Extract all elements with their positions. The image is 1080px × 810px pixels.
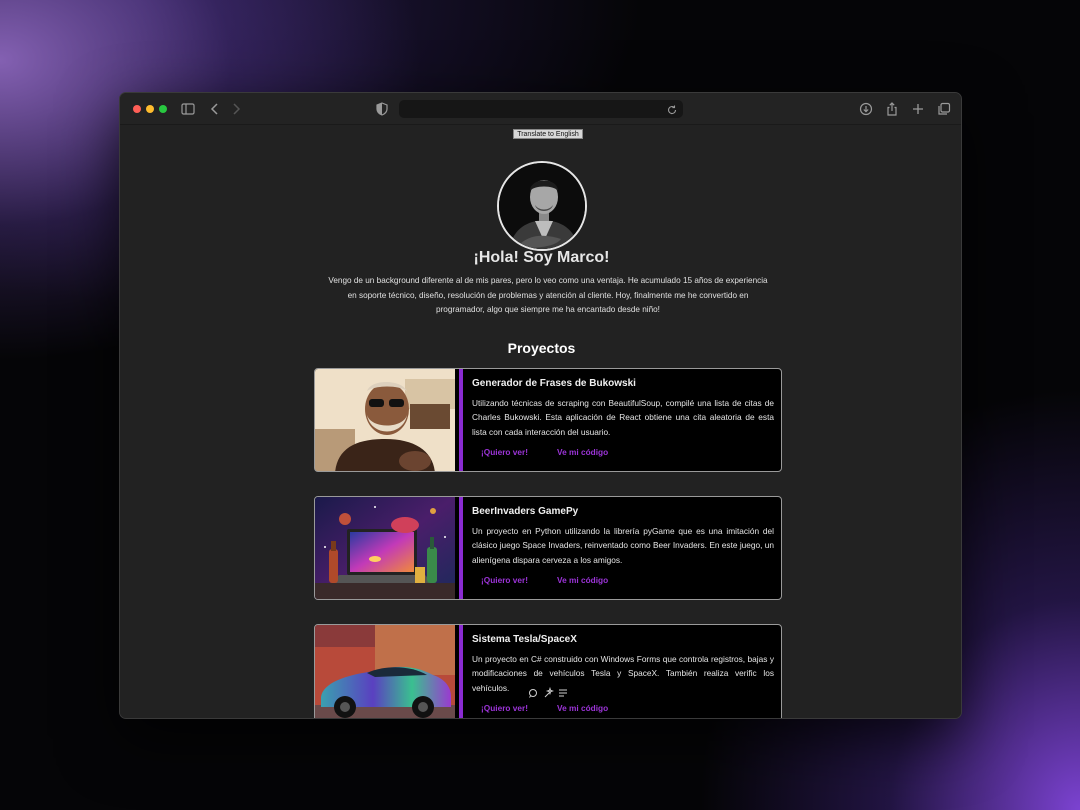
- project-title: BeerInvaders GamePy: [472, 506, 579, 517]
- close-window-button[interactable]: [133, 105, 141, 113]
- share-icon[interactable]: [884, 101, 900, 117]
- demo-link[interactable]: ¡Quiero ver!: [481, 575, 528, 585]
- project-card: Generador de Frases de Bukowski Utilizan…: [314, 368, 782, 472]
- zoom-window-button[interactable]: [159, 105, 167, 113]
- address-bar[interactable]: [399, 100, 683, 118]
- browser-toolbar: [120, 93, 961, 125]
- code-link[interactable]: Ve mi código: [557, 703, 608, 713]
- project-description: Un proyecto en Python utilizando la libr…: [472, 526, 774, 565]
- shield-icon[interactable]: [374, 101, 390, 117]
- browser-window: Translate to English ¡Hola! Soy Marco! V…: [119, 92, 962, 719]
- minimize-window-button[interactable]: [146, 105, 154, 113]
- project-title: Sistema Tesla/SpaceX: [472, 634, 577, 645]
- sidebar-icon[interactable]: [180, 101, 196, 117]
- code-link[interactable]: Ve mi código: [557, 447, 608, 457]
- page-content: Translate to English ¡Hola! Soy Marco! V…: [120, 125, 961, 718]
- comment-icon[interactable]: [527, 687, 539, 699]
- avatar: [497, 161, 587, 251]
- floating-toolbar: [524, 686, 572, 700]
- list-icon[interactable]: [557, 687, 569, 699]
- card-accent-bar: [459, 625, 463, 718]
- reload-icon[interactable]: [666, 103, 678, 115]
- projects-heading: Proyectos: [507, 340, 576, 356]
- download-icon[interactable]: [858, 101, 874, 117]
- project-card: Sistema Tesla/SpaceX Un proyecto en C# c…: [314, 624, 782, 718]
- magic-icon[interactable]: [542, 686, 555, 699]
- translate-button[interactable]: Translate to English: [513, 129, 583, 139]
- demo-link[interactable]: ¡Quiero ver!: [481, 703, 528, 713]
- project-thumbnail: [315, 497, 455, 599]
- hero-description: Vengo de un background diferente al de m…: [328, 276, 768, 314]
- project-thumbnail: [315, 625, 455, 718]
- project-card: BeerInvaders GamePy Un proyecto en Pytho…: [314, 496, 782, 600]
- back-icon[interactable]: [207, 101, 223, 117]
- tabs-overview-icon[interactable]: [936, 101, 952, 117]
- demo-link[interactable]: ¡Quiero ver!: [481, 447, 528, 457]
- card-accent-bar: [459, 369, 463, 471]
- forward-icon[interactable]: [228, 101, 244, 117]
- project-thumbnail: [315, 369, 455, 471]
- project-title: Generador de Frases de Bukowski: [472, 378, 636, 389]
- hero-title: ¡Hola! Soy Marco!: [473, 249, 610, 266]
- project-description: Utilizando técnicas de scraping con Beau…: [472, 398, 774, 437]
- project-description: Un proyecto en C# construido con Windows…: [472, 654, 774, 693]
- code-link[interactable]: Ve mi código: [557, 575, 608, 585]
- card-accent-bar: [459, 497, 463, 599]
- new-tab-icon[interactable]: [910, 101, 926, 117]
